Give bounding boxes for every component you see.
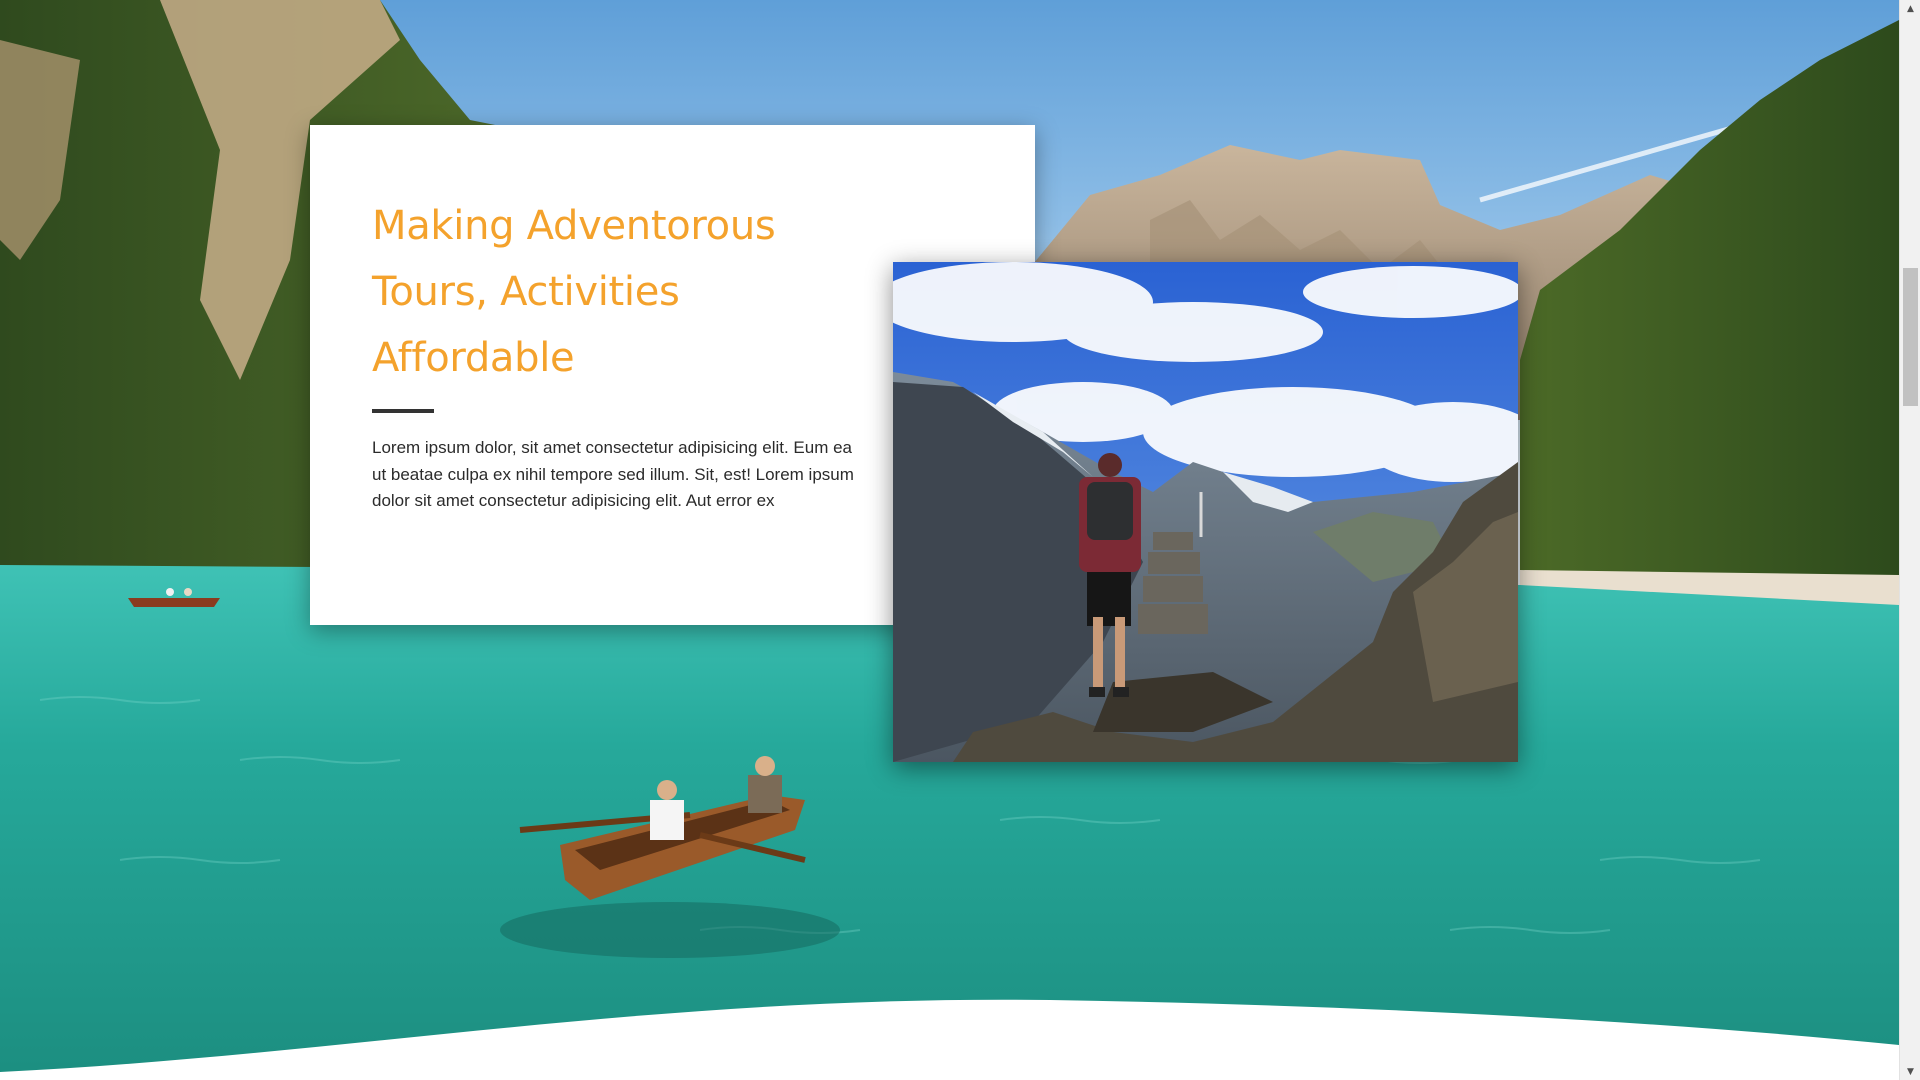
wave-divider	[0, 999, 1899, 1080]
right-forest	[1520, 20, 1899, 590]
hiker-mountain-image	[893, 262, 1518, 762]
headline-line-2: Tours, Activities	[372, 269, 680, 315]
vertical-scrollbar[interactable]: ▲ ▼	[1899, 0, 1920, 1080]
headline: Making Adventorous Tours, Activities Aff…	[372, 193, 862, 391]
hiker-photo	[893, 262, 1518, 762]
intro-card-content: Making Adventorous Tours, Activities Aff…	[372, 193, 862, 515]
headline-line-1: Making Adventorous	[372, 203, 776, 249]
scroll-down-icon[interactable]: ▼	[1900, 1063, 1920, 1080]
intro-paragraph: Lorem ipsum dolor, sit amet consectetur …	[372, 438, 854, 510]
headline-line-3: Affordable	[372, 335, 575, 381]
scrollbar-thumb[interactable]	[1903, 268, 1918, 406]
headline-divider	[372, 409, 434, 413]
scroll-up-icon[interactable]: ▲	[1900, 0, 1920, 17]
